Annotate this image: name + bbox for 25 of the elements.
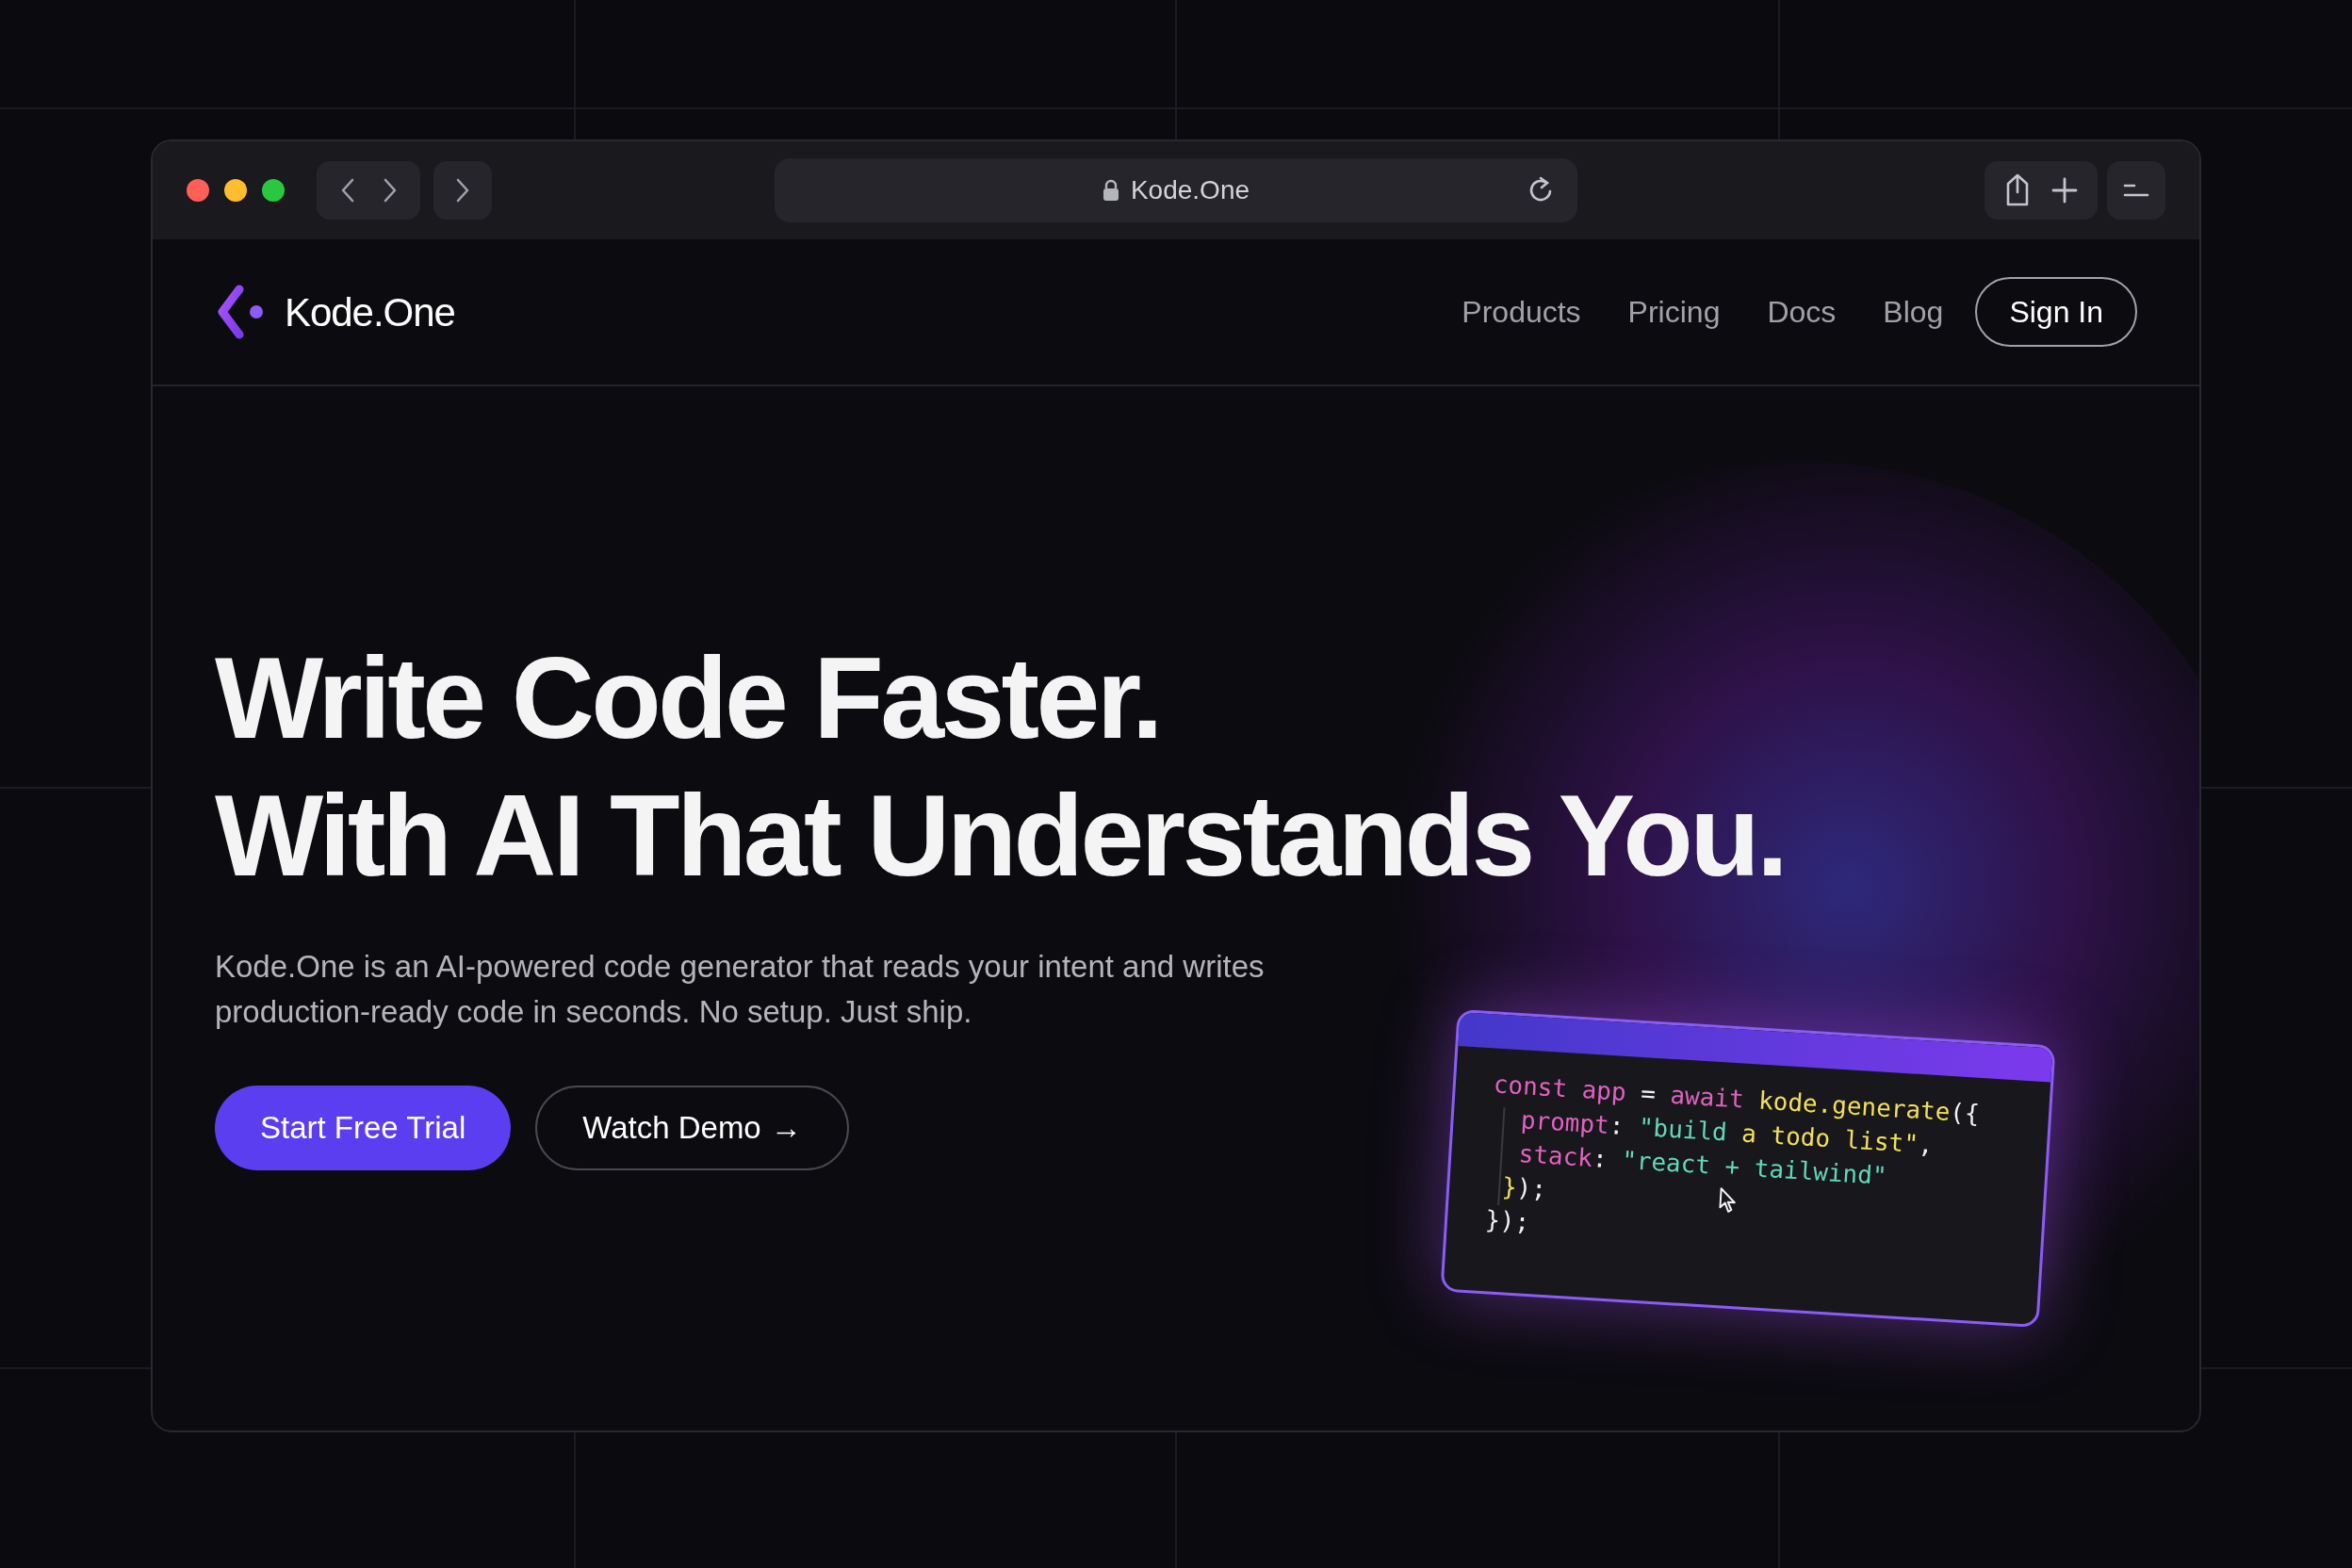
code-line: }); bbox=[1484, 1204, 1531, 1238]
plus-icon bbox=[2051, 177, 2078, 204]
back-forward-buttons[interactable] bbox=[317, 161, 420, 220]
start-trial-button[interactable]: Start Free Trial bbox=[215, 1086, 512, 1170]
share-new-tab-buttons[interactable] bbox=[1984, 161, 2098, 220]
brand-name[interactable]: Kode.One bbox=[285, 282, 455, 342]
nav-link[interactable]: Blog bbox=[1883, 289, 1944, 335]
nav-link[interactable]: Docs bbox=[1767, 289, 1837, 335]
cursor-icon bbox=[1718, 1186, 1739, 1215]
nav-link[interactable]: Products bbox=[1462, 289, 1581, 335]
address-text: Kode.One bbox=[1130, 174, 1250, 206]
forward-button[interactable] bbox=[433, 161, 492, 220]
chevron-right-icon bbox=[454, 177, 471, 204]
code-line: } ); bbox=[1500, 1171, 1547, 1205]
menu-icon bbox=[2123, 182, 2149, 199]
hero-heading: With AI That Understands You. bbox=[215, 771, 1787, 902]
sign-in-button[interactable]: Sign In bbox=[1975, 277, 2137, 347]
share-icon bbox=[2004, 173, 2031, 207]
lock-icon bbox=[1102, 179, 1119, 202]
hero-heading: Write Code Faster. bbox=[215, 633, 1162, 764]
nav-link[interactable]: Pricing bbox=[1627, 289, 1721, 335]
hero-description: Kode.One is an AI-powered code generator that reads your intent and writes production-ready code in seconds. No setup. Just ship. bbox=[215, 948, 1266, 1031]
logo-icon[interactable] bbox=[215, 284, 266, 340]
watch-demo-button[interactable]: Watch Demo → bbox=[535, 1086, 849, 1170]
address-bar[interactable]: Kode.One bbox=[775, 158, 1577, 222]
